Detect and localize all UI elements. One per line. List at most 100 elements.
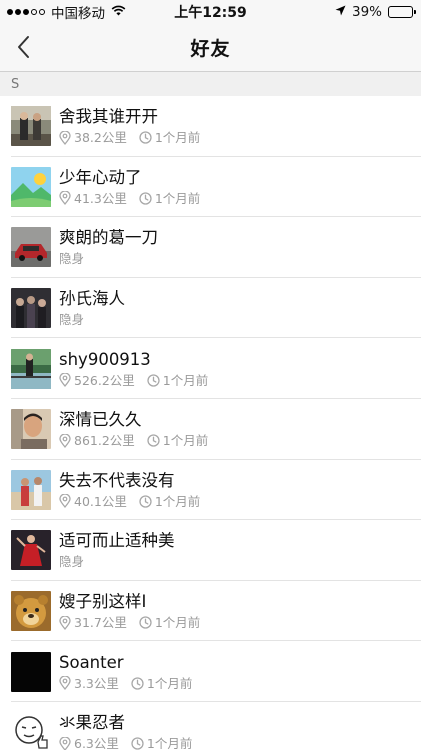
friend-row[interactable]: shy900913 526.2公里 1个月前 (0, 338, 421, 399)
status-right: 39% (335, 4, 416, 20)
friend-meta: 38.2公里 1个月前 (59, 130, 200, 145)
chevron-left-icon (18, 36, 29, 58)
friend-distance: 31.7公里 (74, 615, 127, 631)
friend-meta: 40.1公里 1个月前 (59, 494, 200, 509)
friend-info: 深情已久久 861.2公里 1个月前 (59, 410, 208, 448)
friend-info: 适可而止适种美 隐身 (59, 531, 175, 569)
friend-name: 适可而止适种美 (59, 531, 175, 551)
friend-list: 舍我其谁开开 38.2公里 1个月前 少年心动了 41.3公里 1个月前 爽朗的葛一刀 隐身孙… (0, 96, 421, 750)
friend-info: 爽朗的葛一刀 隐身 (59, 228, 158, 266)
invisible-status: 隐身 (59, 554, 85, 570)
location-pin-icon (59, 191, 71, 206)
friend-info: 舍我其谁开开 38.2公里 1个月前 (59, 107, 200, 145)
friend-distance: 526.2公里 (74, 372, 135, 388)
status-left: 中国移动 (7, 2, 126, 22)
section-index-header: S (0, 72, 421, 96)
friend-last-active: 1个月前 (162, 433, 209, 449)
friend-last-active: 1个月前 (154, 493, 201, 509)
clock-icon (139, 616, 152, 629)
clock-icon (139, 192, 152, 205)
clock-icon (147, 374, 160, 387)
friend-name: shy900913 (59, 349, 151, 369)
friend-meta: 3.3公里 1个月前 (59, 676, 192, 691)
friend-row[interactable]: Soanter 3.3公里 1个月前 (0, 641, 421, 702)
friend-last-active: 1个月前 (146, 675, 193, 691)
friend-name: 爽朗的葛一刀 (59, 228, 158, 248)
friend-meta: 隐身 (59, 554, 175, 569)
friend-meta: 526.2公里 1个月前 (59, 373, 208, 388)
location-pin-icon (59, 736, 71, 750)
friend-row[interactable]: 少年心动了 41.3公里 1个月前 (0, 157, 421, 218)
friend-info: Soanter 3.3公里 1个月前 (59, 653, 192, 691)
friend-row[interactable]: 爽朗的葛一刀 隐身 (0, 217, 421, 278)
friend-distance: 38.2公里 (74, 130, 127, 146)
clock-icon (139, 131, 152, 144)
friend-info: shy900913 526.2公里 1个月前 (59, 350, 208, 388)
friend-distance: 40.1公里 (74, 493, 127, 509)
location-pin-icon (59, 373, 71, 388)
back-button[interactable] (6, 30, 40, 64)
friend-row[interactable]: 失去不代表没有 40.1公里 1个月前 (0, 460, 421, 521)
friend-info: 氺果忍者 6.3公里 1个月前 (59, 713, 192, 750)
signal-strength-icon (7, 9, 45, 15)
location-pin-icon (59, 615, 71, 630)
friend-name: 氺果忍者 (59, 713, 125, 733)
avatar (11, 166, 51, 207)
avatar (11, 469, 51, 510)
location-arrow-icon (335, 4, 346, 20)
battery-icon (388, 6, 416, 18)
friend-info: 少年心动了 41.3公里 1个月前 (59, 168, 200, 206)
status-bar: 中国移动 上午12:59 39% (0, 0, 421, 24)
friend-last-active: 1个月前 (162, 372, 209, 388)
friend-distance: 861.2公里 (74, 433, 135, 449)
location-pin-icon (59, 494, 71, 509)
invisible-status: 隐身 (59, 312, 85, 328)
friend-name: 深情已久久 (59, 410, 142, 430)
friend-distance: 6.3公里 (74, 736, 119, 750)
friend-info: 嫂子别这样I 31.7公里 1个月前 (59, 592, 200, 630)
location-pin-icon (59, 130, 71, 145)
friend-meta: 6.3公里 1个月前 (59, 736, 192, 750)
friend-row[interactable]: 舍我其谁开开 38.2公里 1个月前 (0, 96, 421, 157)
carrier-name: 中国移动 (51, 6, 105, 22)
clock-icon (131, 737, 144, 750)
avatar (11, 227, 51, 268)
navigation-bar: 好友 (0, 24, 421, 72)
clock-icon (131, 676, 144, 690)
location-pin-icon (59, 676, 71, 691)
wifi-icon (111, 4, 126, 20)
clock-icon (139, 495, 152, 508)
friend-name: Soanter (59, 652, 124, 672)
friend-row[interactable]: 孙氏海人 隐身 (0, 278, 421, 339)
avatar (11, 288, 51, 329)
friend-info: 孙氏海人 隐身 (59, 289, 125, 327)
page-title: 好友 (190, 38, 231, 60)
friend-row[interactable]: 氺果忍者 6.3公里 1个月前 (0, 702, 421, 750)
invisible-status: 隐身 (59, 251, 85, 267)
location-pin-icon (59, 433, 71, 448)
friend-info: 失去不代表没有 40.1公里 1个月前 (59, 471, 200, 509)
friend-meta: 31.7公里 1个月前 (59, 615, 200, 630)
friend-row[interactable]: 适可而止适种美 隐身 (0, 520, 421, 581)
friend-distance: 3.3公里 (74, 675, 119, 691)
friend-last-active: 1个月前 (154, 190, 201, 206)
friend-distance: 41.3公里 (74, 190, 127, 206)
friend-last-active: 1个月前 (154, 130, 201, 146)
friend-last-active: 1个月前 (146, 736, 193, 750)
avatar (11, 591, 51, 632)
friend-name: 失去不代表没有 (59, 470, 175, 490)
friend-meta: 41.3公里 1个月前 (59, 191, 200, 206)
avatar (11, 712, 51, 750)
friend-meta: 隐身 (59, 312, 125, 327)
friend-row[interactable]: 深情已久久 861.2公里 1个月前 (0, 399, 421, 460)
friend-name: 少年心动了 (59, 167, 142, 187)
friend-row[interactable]: 嫂子别这样I 31.7公里 1个月前 (0, 581, 421, 642)
friend-name: 嫂子别这样I (59, 592, 147, 612)
clock-icon (147, 434, 160, 447)
friend-meta: 861.2公里 1个月前 (59, 433, 208, 448)
friend-name: 舍我其谁开开 (59, 107, 158, 127)
avatar (11, 409, 51, 450)
battery-percent: 39% (351, 4, 382, 20)
avatar (11, 106, 51, 147)
avatar (11, 348, 51, 389)
